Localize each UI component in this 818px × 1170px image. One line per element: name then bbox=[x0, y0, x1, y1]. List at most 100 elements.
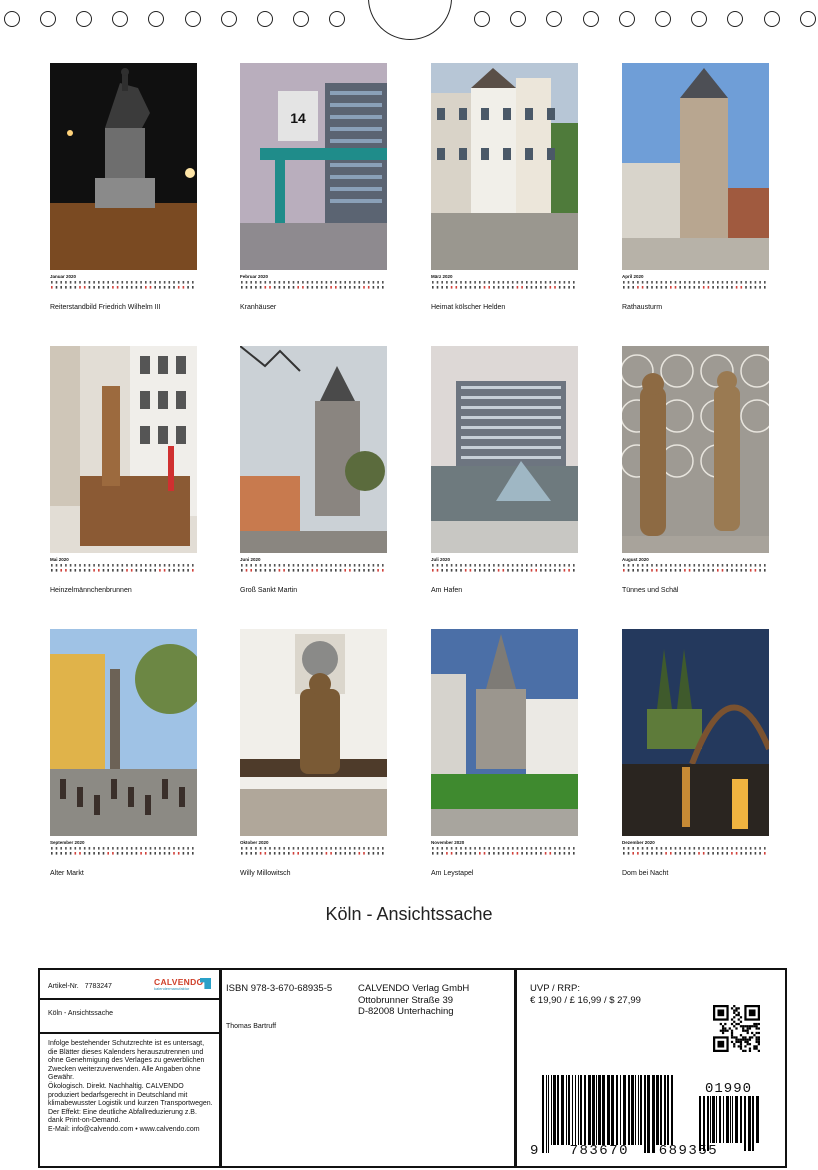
product-title: Köln - Ansichtssache bbox=[48, 1010, 113, 1017]
publisher-name: CALVENDO Verlag GmbH bbox=[358, 983, 470, 994]
binding-hole bbox=[619, 11, 635, 27]
month-caption: Tünnes und Schäl bbox=[622, 587, 679, 594]
month-photo bbox=[431, 346, 578, 553]
month-photo bbox=[50, 346, 197, 553]
month-8: August 2020 Tünnes und Schäl bbox=[622, 346, 769, 596]
binding-hole bbox=[510, 11, 526, 27]
publisher-street: Ottobrunner Straße 39 bbox=[358, 994, 454, 1006]
month-name: Oktober 2020 bbox=[240, 840, 269, 845]
month-caption: Groß Sankt Martin bbox=[240, 587, 298, 594]
month-caption: Dom bei Nacht bbox=[622, 870, 669, 877]
article-label: Artikel-Nr. bbox=[48, 983, 79, 990]
day-strip bbox=[623, 564, 766, 572]
binding-hole bbox=[583, 11, 599, 27]
binding-hole bbox=[112, 11, 128, 27]
month-2: 14 Februar 2020 Kranhäuser bbox=[240, 63, 387, 313]
month-caption: Am Hafen bbox=[431, 587, 463, 594]
month-10: Oktober 2020 Willy Millowitsch bbox=[240, 629, 387, 879]
price-block: UVP / RRP: € 19,90 / £ 16,99 / $ 27,99 bbox=[530, 983, 641, 1006]
month-photo bbox=[240, 346, 387, 553]
binding-hole bbox=[148, 11, 164, 27]
month-name: September 2020 bbox=[50, 840, 85, 845]
month-6: Juni 2020 Groß Sankt Martin bbox=[240, 346, 387, 596]
month-name: April 2020 bbox=[622, 274, 644, 279]
month-caption: Heinzelmännchenbrunnen bbox=[50, 587, 132, 594]
binding-hole bbox=[257, 11, 273, 27]
month-3: März 2020 Heimat kölscher Helden bbox=[431, 63, 578, 313]
divider bbox=[514, 970, 517, 1166]
month-name: Juli 2020 bbox=[431, 557, 451, 562]
day-strip bbox=[51, 281, 194, 289]
month-11: November 2020 Am Leystapel bbox=[431, 629, 578, 879]
month-12: Dezember 2020 Dom bei Nacht bbox=[622, 629, 769, 879]
addon-barcode-icon bbox=[699, 1096, 759, 1151]
month-caption: Reiterstandbild Friedrich Wilhelm III bbox=[50, 304, 161, 311]
month-photo bbox=[431, 629, 578, 836]
calendar-title: Köln - Ansichtssache bbox=[325, 904, 493, 924]
month-photo bbox=[622, 63, 769, 270]
month-photo bbox=[240, 629, 387, 836]
binding-hole bbox=[40, 11, 56, 27]
binding-hole bbox=[221, 11, 237, 27]
month-name: Juni 2020 bbox=[240, 557, 261, 562]
month-name: November 2020 bbox=[431, 840, 465, 845]
binding-hole bbox=[293, 11, 309, 27]
month-1: Januar 2020 Reiterstandbild Friedrich Wil… bbox=[50, 63, 197, 313]
month-name: März 2020 bbox=[431, 274, 453, 279]
hanger-cutout bbox=[368, 0, 452, 40]
day-strip bbox=[623, 281, 766, 289]
day-strip bbox=[432, 564, 575, 572]
month-7: Juli 2020 Am Hafen bbox=[431, 346, 578, 596]
month-photo bbox=[50, 63, 197, 270]
divider bbox=[40, 998, 220, 1000]
disclaimer-text: Infolge bestehender Schutzrechte ist es … bbox=[48, 1040, 205, 1082]
contact-text: E-Mail: info@calvendo.com • www.calvendo… bbox=[48, 1125, 200, 1133]
month-name: August 2020 bbox=[622, 557, 649, 562]
article-number: 7783247 bbox=[84, 983, 112, 990]
publisher-address: CALVENDO Verlag GmbH Ottobrunner Straße … bbox=[358, 983, 469, 1018]
publisher-city: D-82008 Unterhaching bbox=[358, 1006, 454, 1017]
eco-text: Ökologisch. Direkt. Nachhaltig. CALVENDO… bbox=[48, 1082, 213, 1125]
divider bbox=[40, 1032, 220, 1034]
binding-hole bbox=[727, 11, 743, 27]
binding-hole bbox=[546, 11, 562, 27]
addon-digits: 01990 bbox=[705, 1081, 753, 1097]
month-caption: Am Leystapel bbox=[431, 870, 474, 877]
legal-text: Infolge bestehender Schutzrechte ist es … bbox=[48, 1040, 214, 1135]
month-5: Mai 2020 Heinzelmännchenbrunnen bbox=[50, 346, 197, 596]
binding-hole bbox=[185, 11, 201, 27]
binding-hole bbox=[329, 11, 345, 27]
month-name: Dezember 2020 bbox=[622, 840, 655, 845]
month-name: Januar 2020 bbox=[50, 274, 77, 279]
month-4: April 2020 Rathausturm bbox=[622, 63, 769, 313]
day-strip bbox=[241, 847, 384, 855]
month-caption: Rathausturm bbox=[622, 304, 663, 311]
svg-text:14: 14 bbox=[290, 110, 306, 126]
day-strip bbox=[432, 847, 575, 855]
month-caption: Kranhäuser bbox=[240, 304, 277, 311]
month-name: Mai 2020 bbox=[50, 557, 69, 562]
info-box: Artikel-Nr. 7783247 CALVENDO kalenderman… bbox=[38, 968, 787, 1168]
isbn-text: ISBN 978-3-670-68935-5 bbox=[226, 983, 333, 994]
binding-hole bbox=[4, 11, 20, 27]
month-caption: Alter Markt bbox=[50, 870, 84, 877]
binding-hole bbox=[474, 11, 490, 27]
month-caption: Willy Millowitsch bbox=[240, 870, 291, 877]
month-caption: Heimat kölscher Helden bbox=[431, 304, 506, 311]
binding-hole bbox=[764, 11, 780, 27]
binding-hole bbox=[76, 11, 92, 27]
month-photo bbox=[50, 629, 197, 836]
barcode-digits: 9 783670 689355 bbox=[530, 1143, 719, 1159]
month-9: September 2020 Alter Markt bbox=[50, 629, 197, 879]
binding-hole bbox=[655, 11, 671, 27]
month-photo: 14 bbox=[240, 63, 387, 270]
day-strip bbox=[623, 847, 766, 855]
binding-hole bbox=[800, 11, 816, 27]
price-value: € 19,90 / £ 16,99 / $ 27,99 bbox=[530, 994, 641, 1006]
month-photo bbox=[622, 346, 769, 553]
article-row: Artikel-Nr. 7783247 bbox=[48, 983, 112, 992]
month-name: Februar 2020 bbox=[240, 274, 269, 279]
day-strip bbox=[51, 564, 194, 572]
day-strip bbox=[241, 564, 384, 572]
binding-hole bbox=[691, 11, 707, 27]
